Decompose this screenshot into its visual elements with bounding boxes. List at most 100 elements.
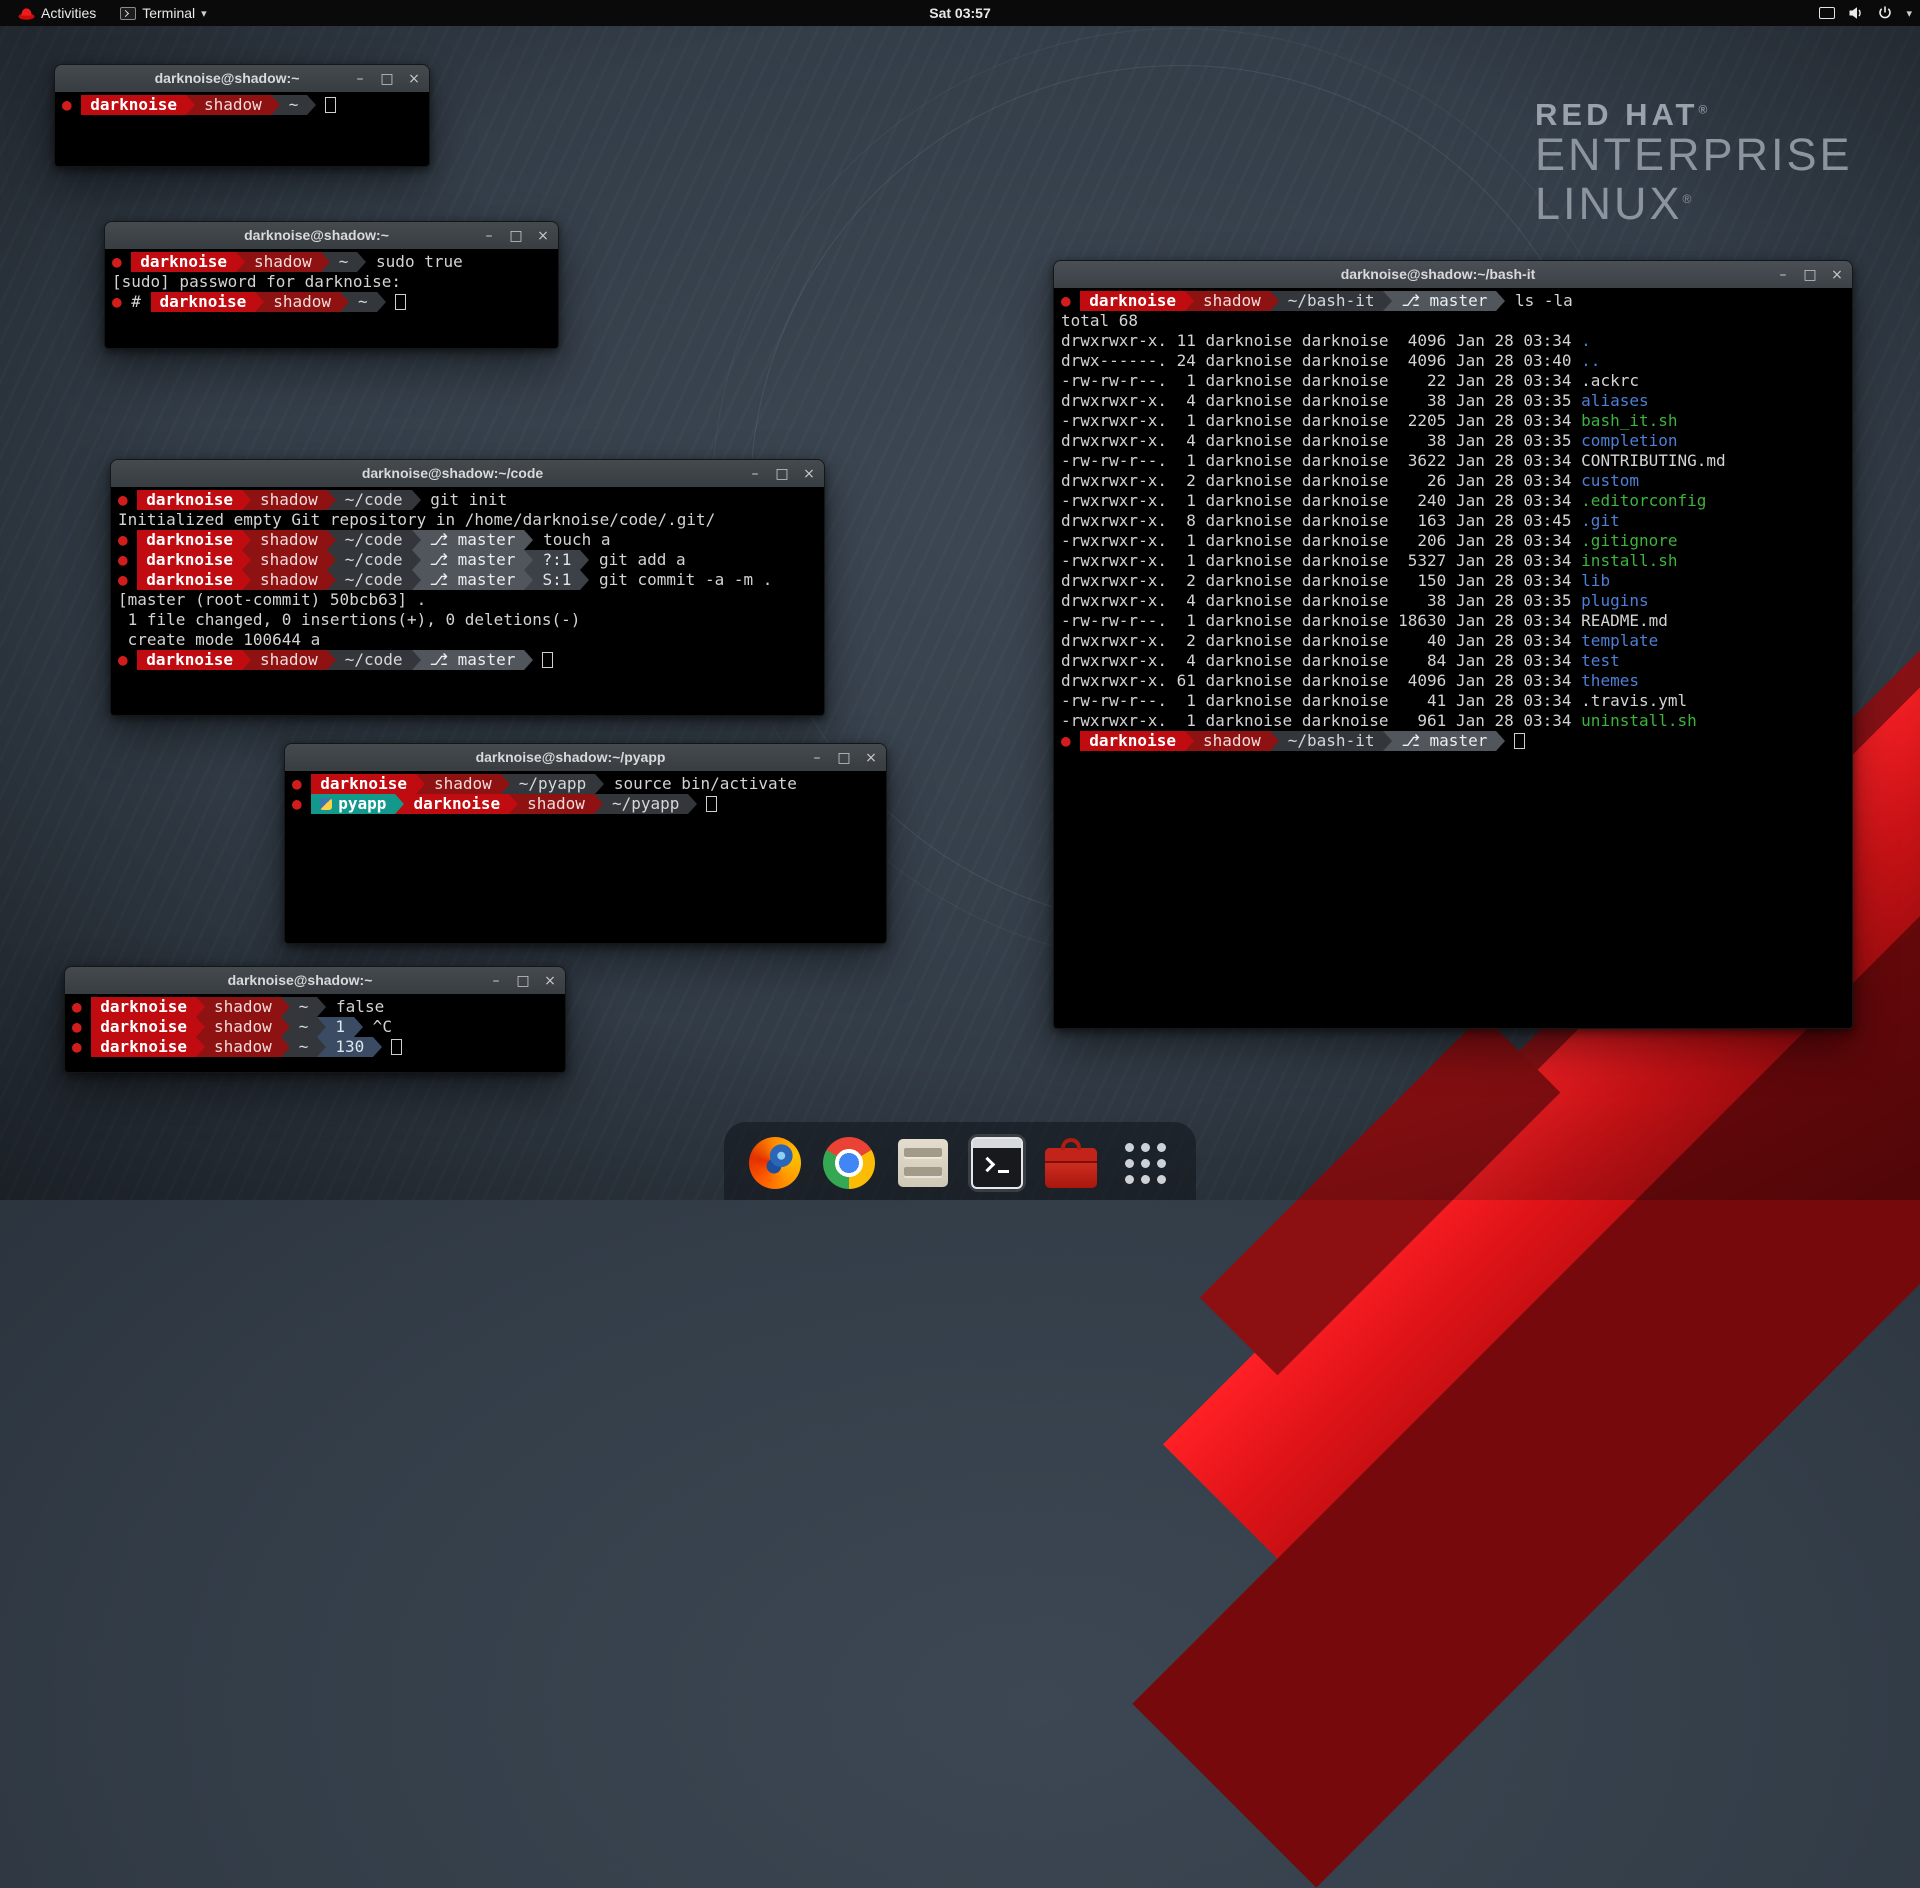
- terminal-window-home-1: darknoise@shadow:~ – □ × ● darknoiseshad…: [54, 64, 430, 167]
- terminal-text: ^C: [363, 1017, 392, 1036]
- terminal-content[interactable]: ● darknoiseshadow~/pyapp source bin/acti…: [285, 771, 886, 943]
- window-titlebar[interactable]: darknoise@shadow:~/code – □ ×: [111, 460, 824, 488]
- terminal-text: -rwxrwxr-x. 1 darknoise darknoise 5327 J…: [1061, 551, 1581, 570]
- powerline-arrow-icon: [1270, 731, 1279, 751]
- prompt-marker-icon: ●: [72, 997, 91, 1016]
- powerline-arrow-icon: [412, 530, 421, 550]
- prompt-segment-venv: pyapp: [311, 794, 395, 814]
- terminal-text: -rw-rw-r--. 1 darknoise darknoise 3622 J…: [1061, 451, 1581, 470]
- window-titlebar[interactable]: darknoise@shadow:~/pyapp – □ ×: [285, 744, 886, 772]
- powerline-arrow-icon: [271, 95, 280, 115]
- terminal-text: template: [1581, 631, 1658, 650]
- maximize-button[interactable]: □: [775, 467, 789, 481]
- terminal-text: drwxrwxr-x. 4 darknoise darknoise 38 Jan…: [1061, 591, 1581, 610]
- close-button[interactable]: ×: [802, 467, 816, 481]
- terminal-text: completion: [1581, 431, 1677, 450]
- window-titlebar[interactable]: darknoise@shadow:~/bash-it – □ ×: [1054, 261, 1852, 289]
- terminal-text: drwx------. 24 darknoise darknoise 4096 …: [1061, 351, 1581, 370]
- prompt-segment-user: darknoise: [137, 570, 242, 590]
- powerline-arrow-icon: [242, 530, 251, 550]
- terminal-text: -rwxrwxr-x. 1 darknoise darknoise 206 Ja…: [1061, 531, 1581, 550]
- powerline-arrow-icon: [1496, 731, 1505, 751]
- minimize-button[interactable]: –: [353, 72, 367, 86]
- terminal-text: Initialized empty Git repository in /hom…: [118, 510, 715, 529]
- terminal-text: -rwxrwxr-x. 1 darknoise darknoise 240 Ja…: [1061, 491, 1581, 510]
- terminal-text: .git: [1581, 511, 1620, 530]
- terminal-cursor: [1514, 733, 1525, 749]
- close-button[interactable]: ×: [536, 229, 550, 243]
- terminal-text: test: [1581, 651, 1620, 670]
- terminal-line: drwxrwxr-x. 4 darknoise darknoise 38 Jan…: [1061, 591, 1845, 611]
- terminal-text: -rw-rw-r--. 1 darknoise darknoise 22 Jan…: [1061, 371, 1581, 390]
- terminal-content[interactable]: ● darknoiseshadow~: [55, 92, 429, 166]
- clock[interactable]: Sat 03:57: [929, 5, 990, 21]
- maximize-button[interactable]: □: [1803, 268, 1817, 282]
- prompt-segment-host: shadow: [1194, 731, 1270, 751]
- prompt-segment-git: ⎇ master: [421, 530, 525, 550]
- powerline-arrow-icon: [281, 997, 290, 1017]
- close-button[interactable]: ×: [543, 974, 557, 988]
- window-titlebar[interactable]: darknoise@shadow:~ – □ ×: [105, 222, 558, 250]
- maximize-button[interactable]: □: [516, 974, 530, 988]
- system-status-area[interactable]: ▾: [1819, 0, 1912, 26]
- firefox-icon: [749, 1137, 801, 1189]
- dock-item-files[interactable]: [894, 1134, 952, 1192]
- dock-item-chrome[interactable]: [820, 1134, 878, 1192]
- minimize-button[interactable]: –: [489, 974, 503, 988]
- terminal-content[interactable]: ● darknoiseshadow~ sudo true[sudo] passw…: [105, 249, 558, 348]
- activities-button[interactable]: Activities: [10, 0, 104, 26]
- close-button[interactable]: ×: [864, 751, 878, 765]
- prompt-marker-icon: ●: [118, 650, 137, 669]
- redhat-icon: [18, 7, 35, 20]
- prompt-segment-user: darknoise: [137, 550, 242, 570]
- terminal-content[interactable]: ● darknoiseshadow~ false● darknoiseshado…: [65, 994, 565, 1072]
- powerline-arrow-icon: [412, 490, 421, 510]
- dock-item-firefox[interactable]: [746, 1134, 804, 1192]
- dock-item-toolbox[interactable]: [1042, 1134, 1100, 1192]
- maximize-button[interactable]: □: [837, 751, 851, 765]
- terminal-content[interactable]: ● darknoiseshadow~/bash-it⎇ master ls -l…: [1054, 288, 1852, 1028]
- app-menu-terminal[interactable]: Terminal ▾: [112, 0, 214, 26]
- terminal-text: #: [131, 292, 150, 311]
- terminal-line: ● darknoiseshadow~/bash-it⎇ master: [1061, 731, 1845, 751]
- terminal-text: drwxrwxr-x. 8 darknoise darknoise 163 Ja…: [1061, 511, 1581, 530]
- prompt-segment-path: ~/code: [336, 570, 412, 590]
- terminal-text: install.sh: [1581, 551, 1677, 570]
- maximize-button[interactable]: □: [380, 72, 394, 86]
- registered-mark: ®: [1683, 192, 1695, 206]
- terminal-line: drwxrwxr-x. 2 darknoise darknoise 26 Jan…: [1061, 471, 1845, 491]
- terminal-line: drwxrwxr-x. 4 darknoise darknoise 38 Jan…: [1061, 391, 1845, 411]
- terminal-line: ● darknoiseshadow~130: [72, 1037, 558, 1057]
- prompt-marker-icon: ●: [118, 570, 137, 589]
- app-grid-icon: [1125, 1143, 1166, 1184]
- dock-item-show-applications[interactable]: [1116, 1134, 1174, 1192]
- prompt-marker-icon: ●: [112, 252, 131, 271]
- close-button[interactable]: ×: [1830, 268, 1844, 282]
- toolbox-icon: [1045, 1148, 1097, 1188]
- terminal-content[interactable]: ● darknoiseshadow~/code git initInitiali…: [111, 487, 824, 715]
- terminal-text: sudo true: [366, 252, 462, 271]
- powerline-arrow-icon: [377, 292, 386, 312]
- prompt-marker-icon: ●: [72, 1017, 91, 1036]
- powerline-arrow-icon: [317, 1017, 326, 1037]
- dock-item-terminal[interactable]: [968, 1134, 1026, 1192]
- prompt-marker-icon: ●: [292, 774, 311, 793]
- prompt-segment-path: ~/code: [336, 650, 412, 670]
- minimize-button[interactable]: –: [1776, 268, 1790, 282]
- window-titlebar[interactable]: darknoise@shadow:~ – □ ×: [55, 65, 429, 93]
- prompt-segment-host: shadow: [245, 252, 321, 272]
- prompt-segment-host: shadow: [205, 997, 281, 1017]
- prompt-segment-path: ~/bash-it: [1279, 731, 1384, 751]
- close-button[interactable]: ×: [407, 72, 421, 86]
- minimize-button[interactable]: –: [810, 751, 824, 765]
- window-titlebar[interactable]: darknoise@shadow:~ – □ ×: [65, 967, 565, 995]
- terminal-text: drwxrwxr-x. 2 darknoise darknoise 26 Jan…: [1061, 471, 1581, 490]
- minimize-button[interactable]: –: [482, 229, 496, 243]
- rhel-branding: RED HAT® ENTERPRISE LINUX®: [1535, 98, 1853, 229]
- prompt-segment-path: ~: [290, 1017, 318, 1037]
- terminal-line: ● darknoiseshadow~/pyapp source bin/acti…: [292, 774, 879, 794]
- maximize-button[interactable]: □: [509, 229, 523, 243]
- prompt-segment-user: darknoise: [81, 95, 186, 115]
- minimize-button[interactable]: –: [748, 467, 762, 481]
- powerline-arrow-icon: [595, 774, 604, 794]
